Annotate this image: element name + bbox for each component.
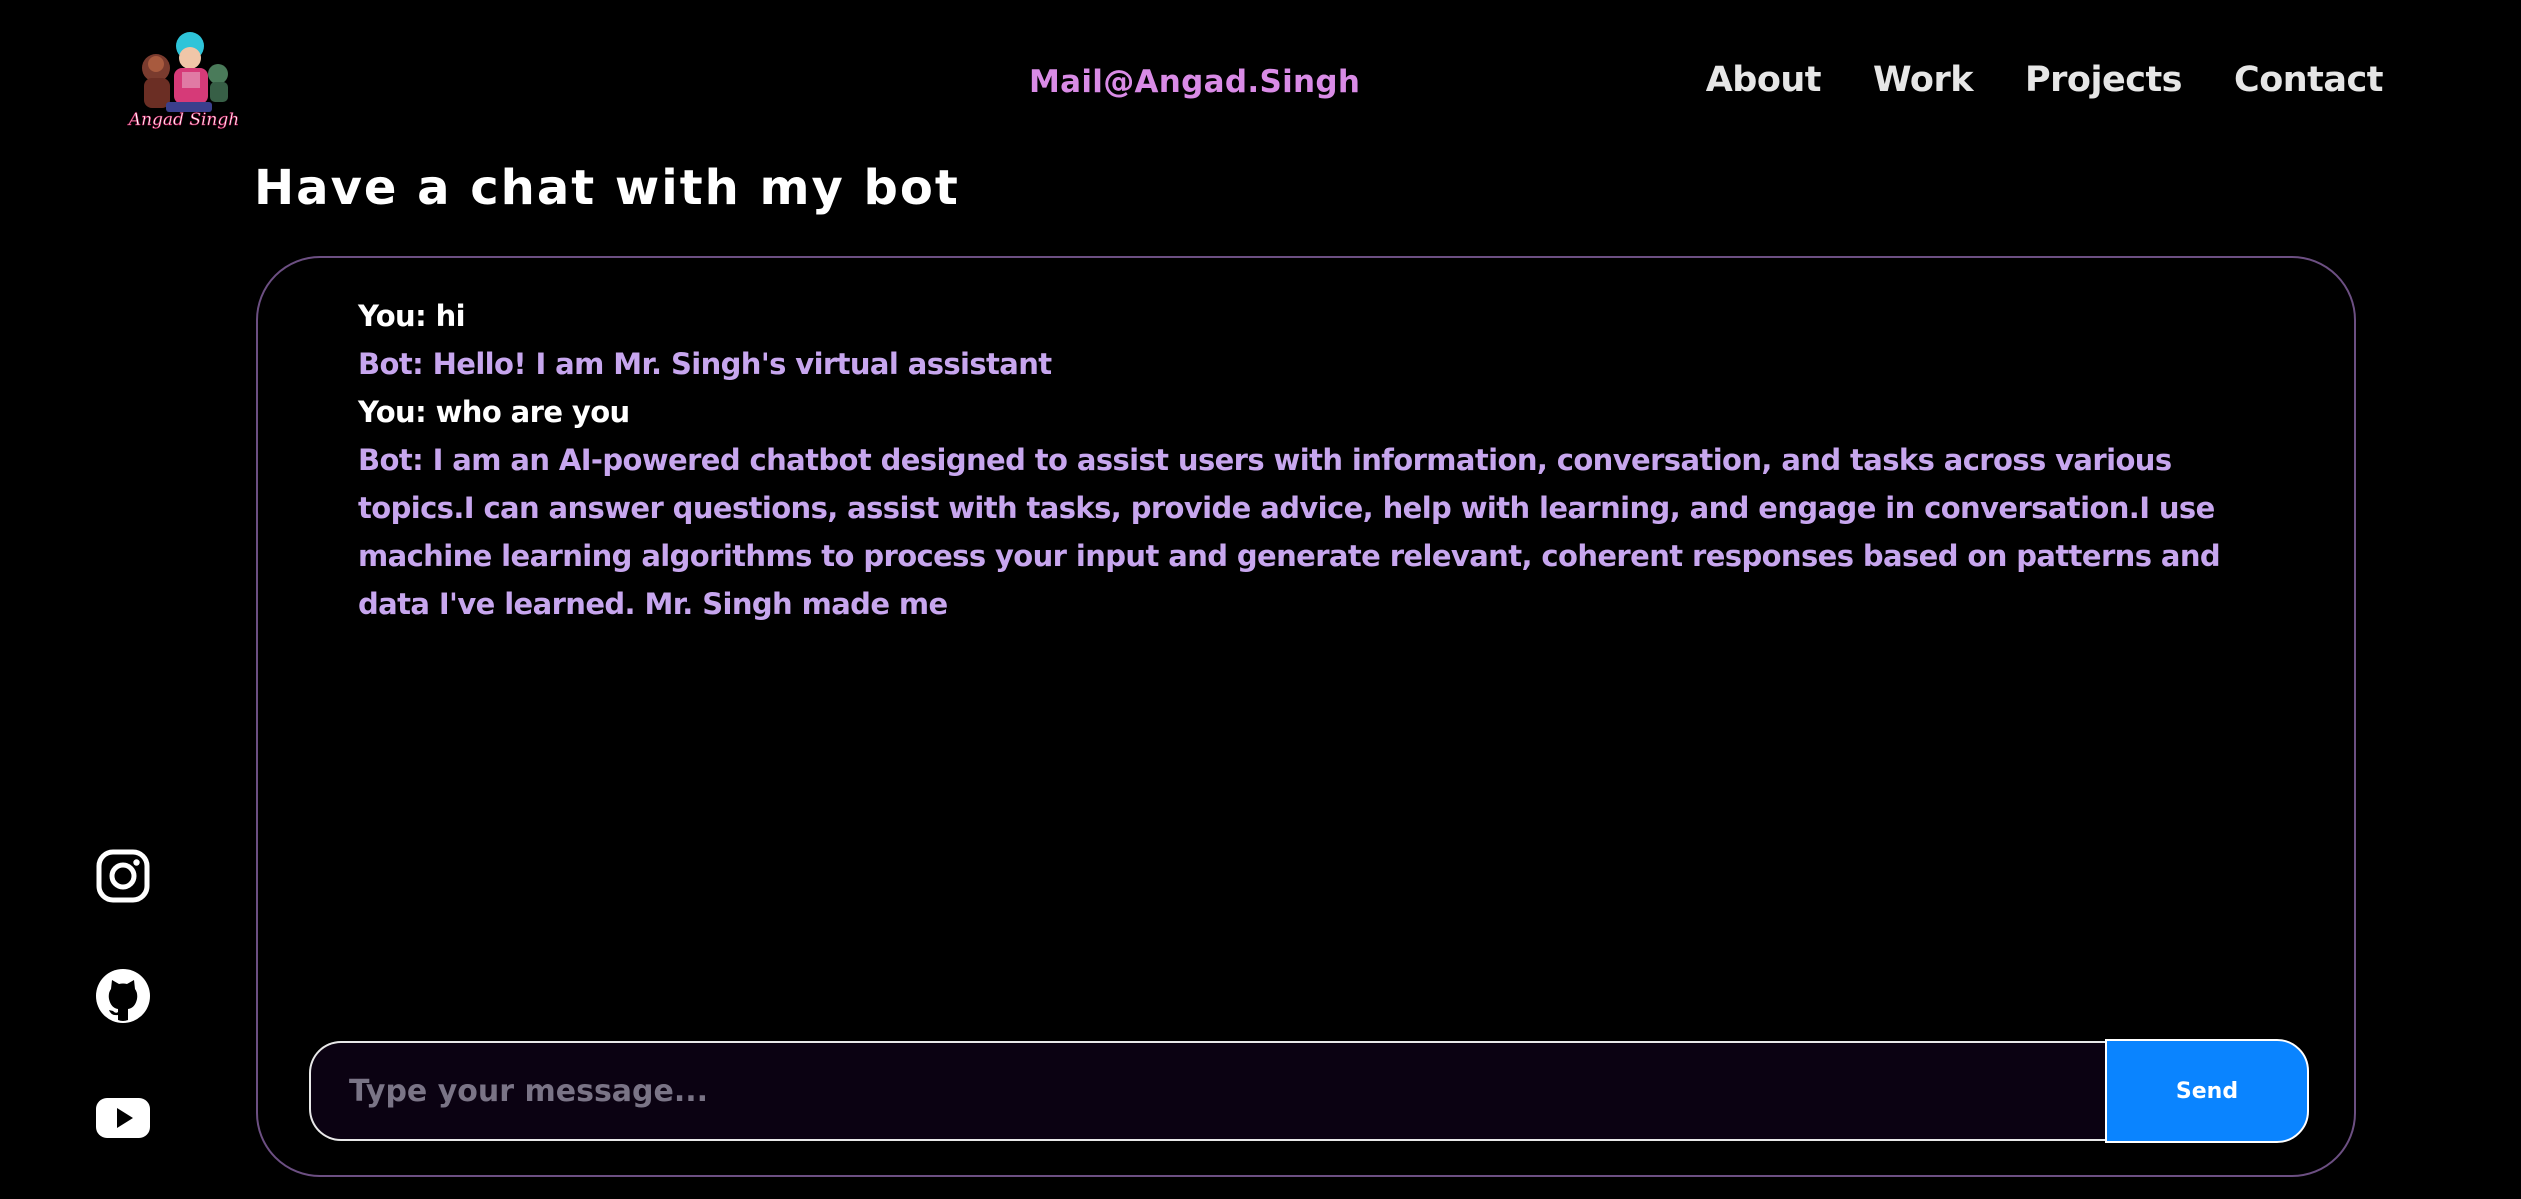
main-nav: About Work Projects Contact xyxy=(1706,60,2384,100)
nav-about[interactable]: About xyxy=(1706,60,1822,100)
user-message: You: hi xyxy=(358,299,466,333)
chat-panel: You: hi Bot: Hello! I am Mr. Singh's vir… xyxy=(256,256,2356,1177)
avatar-logo[interactable]: Angad Singh xyxy=(126,28,242,132)
instagram-icon[interactable] xyxy=(95,848,151,904)
avatar-logo-icon: Angad Singh xyxy=(126,32,240,130)
chat-input-row: Send xyxy=(309,1039,2309,1143)
svg-text:Angad Singh: Angad Singh xyxy=(127,110,239,130)
youtube-icon[interactable] xyxy=(95,1090,151,1146)
bot-message: Bot: Hello! I am Mr. Singh's virtual ass… xyxy=(358,347,1052,381)
user-message: You: who are you xyxy=(358,395,630,429)
github-icon[interactable] xyxy=(95,968,151,1024)
message-input[interactable] xyxy=(309,1041,2105,1141)
page: Angad Singh Mail@Angad.Singh About Work … xyxy=(0,0,2521,1199)
nav-projects[interactable]: Projects xyxy=(2025,60,2183,100)
page-title: Have a chat with my bot xyxy=(254,160,960,216)
nav-contact[interactable]: Contact xyxy=(2234,60,2383,100)
nav-work[interactable]: Work xyxy=(1873,60,1973,100)
bot-message: Bot: I am an AI-powered chatbot designed… xyxy=(358,443,2221,621)
send-button[interactable]: Send xyxy=(2105,1039,2309,1143)
chat-messages: You: hi Bot: Hello! I am Mr. Singh's vir… xyxy=(358,292,2258,628)
mail-link[interactable]: Mail@Angad.Singh xyxy=(1029,64,1360,100)
